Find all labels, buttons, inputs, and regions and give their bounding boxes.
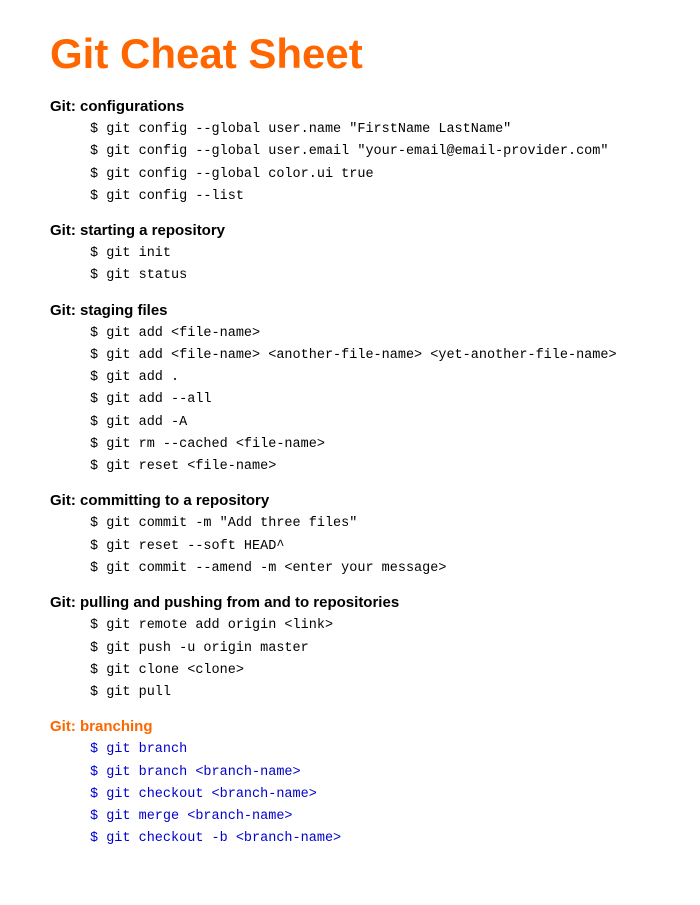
command-line-pulling-pushing-0: $ git remote add origin <link> xyxy=(90,615,650,637)
commands-pulling-pushing: $ git remote add origin <link>$ git push… xyxy=(50,615,650,704)
command-line-staging-4: $ git add -A xyxy=(90,412,650,434)
section-branching: Git: branching $ git branch$ git branch <… xyxy=(50,718,650,850)
command-line-configurations-0: $ git config --global user.name "FirstNa… xyxy=(90,119,650,141)
command-line-pulling-pushing-2: $ git clone <clone> xyxy=(90,660,650,682)
command-line-branching-4: $ git checkout -b <branch-name> xyxy=(90,828,650,850)
command-line-committing-0: $ git commit -m "Add three files" xyxy=(90,513,650,535)
section-heading-staging: Git: staging files xyxy=(50,302,650,319)
commands-starting: $ git init$ git status xyxy=(50,243,650,288)
section-heading-configurations: Git: configurations xyxy=(50,98,650,115)
section-heading-starting: Git: starting a repository xyxy=(50,222,650,239)
command-line-starting-0: $ git init xyxy=(90,243,650,265)
command-line-starting-1: $ git status xyxy=(90,265,650,287)
section-heading-pulling-pushing: Git: pulling and pushing from and to rep… xyxy=(50,594,650,611)
command-line-staging-0: $ git add <file-name> xyxy=(90,323,650,345)
command-line-configurations-2: $ git config --global color.ui true xyxy=(90,164,650,186)
page-title: Git Cheat Sheet xyxy=(50,30,650,78)
commands-committing: $ git commit -m "Add three files"$ git r… xyxy=(50,513,650,580)
command-line-committing-1: $ git reset --soft HEAD^ xyxy=(90,536,650,558)
command-line-staging-3: $ git add --all xyxy=(90,389,650,411)
section-heading-branching: Git: branching xyxy=(50,718,650,735)
command-line-committing-2: $ git commit --amend -m <enter your mess… xyxy=(90,558,650,580)
section-pulling-pushing: Git: pulling and pushing from and to rep… xyxy=(50,594,650,704)
command-line-staging-6: $ git reset <file-name> xyxy=(90,456,650,478)
command-line-pulling-pushing-1: $ git push -u origin master xyxy=(90,638,650,660)
section-staging: Git: staging files$ git add <file-name>$… xyxy=(50,302,650,479)
section-starting: Git: starting a repository $ git init$ gi… xyxy=(50,222,650,288)
commands-staging: $ git add <file-name>$ git add <file-nam… xyxy=(50,323,650,479)
command-line-configurations-1: $ git config --global user.email "your-e… xyxy=(90,141,650,163)
command-line-staging-5: $ git rm --cached <file-name> xyxy=(90,434,650,456)
sections-container: Git: configurations $ git config --global… xyxy=(50,98,650,851)
section-committing: Git: committing to a repository $ git com… xyxy=(50,492,650,580)
command-line-staging-2: $ git add . xyxy=(90,367,650,389)
commands-configurations: $ git config --global user.name "FirstNa… xyxy=(50,119,650,208)
command-line-branching-2: $ git checkout <branch-name> xyxy=(90,784,650,806)
command-line-configurations-3: $ git config --list xyxy=(90,186,650,208)
command-line-pulling-pushing-3: $ git pull xyxy=(90,682,650,704)
command-line-branching-1: $ git branch <branch-name> xyxy=(90,762,650,784)
section-heading-committing: Git: committing to a repository xyxy=(50,492,650,509)
command-line-branching-0: $ git branch xyxy=(90,739,650,761)
section-configurations: Git: configurations $ git config --global… xyxy=(50,98,650,208)
command-line-branching-3: $ git merge <branch-name> xyxy=(90,806,650,828)
command-line-staging-1: $ git add <file-name> <another-file-name… xyxy=(90,345,650,367)
commands-branching: $ git branch$ git branch <branch-name>$ … xyxy=(50,739,650,850)
